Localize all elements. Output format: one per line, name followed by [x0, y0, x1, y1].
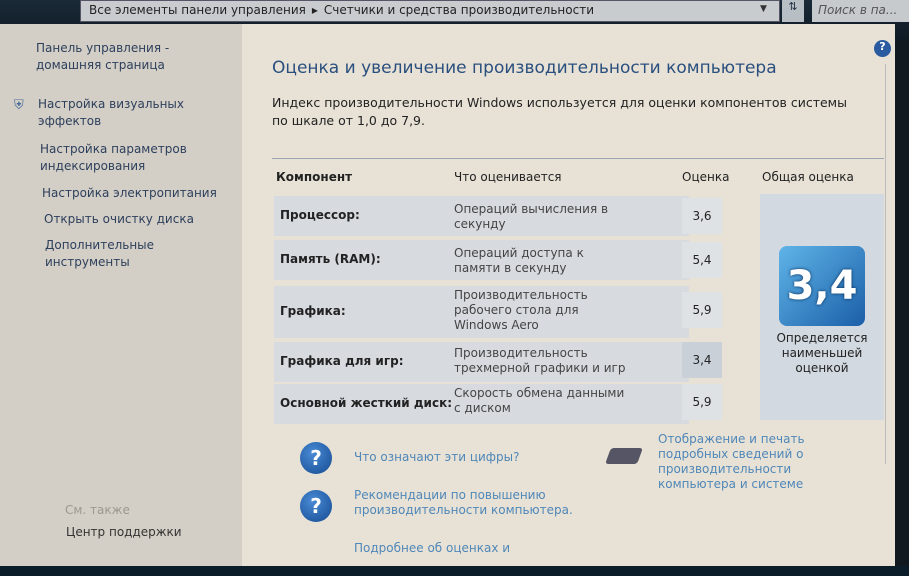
row-what: Скорость обмена данными с диском — [454, 386, 625, 415]
window: Панель управления - домашняя страница ⛨ … — [0, 24, 895, 566]
search-input[interactable]: Поиск в па... — [812, 0, 909, 22]
link-performance-tips[interactable]: Рекомендации по повышению производительн… — [354, 488, 574, 518]
intro-text: Индекс производительности Windows исполь… — [272, 95, 847, 128]
row-score: 5,4 — [682, 242, 722, 278]
main-panel: ? Оценка и увеличение производительности… — [242, 24, 895, 566]
sidebar-item-disk-cleanup[interactable]: Открыть очистку диска — [44, 211, 234, 228]
sidebar-item-power[interactable]: Настройка электропитания — [42, 185, 242, 202]
link-what-numbers-mean[interactable]: Что означают эти цифры? — [354, 450, 520, 465]
question-icon: ? — [300, 490, 332, 522]
row-component: Графика для игр: — [280, 354, 404, 368]
sidebar-item-visual-effects[interactable]: Настройка визуальных эффектов — [38, 96, 198, 130]
row-what: Операций доступа к памяти в секунду — [454, 246, 584, 275]
scrollbar[interactable] — [885, 64, 895, 464]
row-component: Графика: — [280, 304, 346, 318]
address-bar[interactable]: Все элементы панели управления ▸ Счетчики … — [80, 0, 780, 22]
refresh-icon[interactable]: ⇅ — [782, 0, 804, 22]
row-score: 3,4 — [682, 342, 722, 378]
row-what: Производительность трехмерной графики и … — [454, 346, 626, 375]
sidebar: Панель управления - домашняя страница ⛨ … — [0, 24, 242, 566]
base-score-panel: 3,4 Определяется наименьшей оценкой — [760, 194, 884, 420]
breadcrumb-current[interactable]: Счетчики и средства производительности — [324, 3, 594, 17]
sidebar-item-home[interactable]: Панель управления - домашняя страница — [36, 40, 226, 74]
sidebar-item-indexing[interactable]: Настройка параметров индексирования — [40, 141, 200, 175]
shield-icon: ⛨ — [14, 98, 24, 113]
row-score: 5,9 — [682, 384, 722, 420]
chevron-down-icon[interactable]: ▼ — [760, 4, 767, 14]
header-what: Что оценивается — [454, 170, 562, 184]
row-component: Память (RAM): — [280, 252, 381, 266]
taskbar-edge — [0, 566, 909, 576]
divider — [272, 158, 884, 159]
row-component: Основной жесткий диск: — [280, 396, 453, 410]
base-score-caption: Определяется наименьшей оценкой — [776, 331, 868, 375]
chevron-right-icon: ▸ — [311, 3, 318, 17]
row-component: Процессор: — [280, 208, 360, 222]
help-icon[interactable]: ? — [874, 40, 891, 57]
link-print-details[interactable]: Отображение и печать подробных сведений … — [658, 432, 868, 492]
question-icon: ? — [300, 442, 332, 474]
link-more-about-scores[interactable]: Подробнее об оценках и — [354, 541, 510, 556]
header-base: Общая оценка — [762, 170, 854, 184]
header-component: Компонент — [276, 170, 353, 184]
sidebar-item-advanced-tools[interactable]: Дополнительные инструменты — [45, 237, 175, 271]
printer-icon — [605, 448, 643, 464]
row-score: 3,6 — [682, 198, 722, 234]
sidebar-item-support-center[interactable]: Центр поддержки — [66, 524, 256, 541]
row-score: 5,9 — [682, 292, 722, 328]
row-what: Производительность рабочего стола для Wi… — [454, 288, 588, 332]
breadcrumb-parent[interactable]: Все элементы панели управления — [89, 3, 306, 17]
see-also-label: См. также — [65, 503, 130, 517]
row-what: Операций вычисления в секунду — [454, 202, 609, 231]
base-score-tile: 3,4 — [779, 246, 865, 326]
page-title: Оценка и увеличение производительности к… — [272, 58, 777, 78]
header-score: Оценка — [682, 170, 730, 184]
